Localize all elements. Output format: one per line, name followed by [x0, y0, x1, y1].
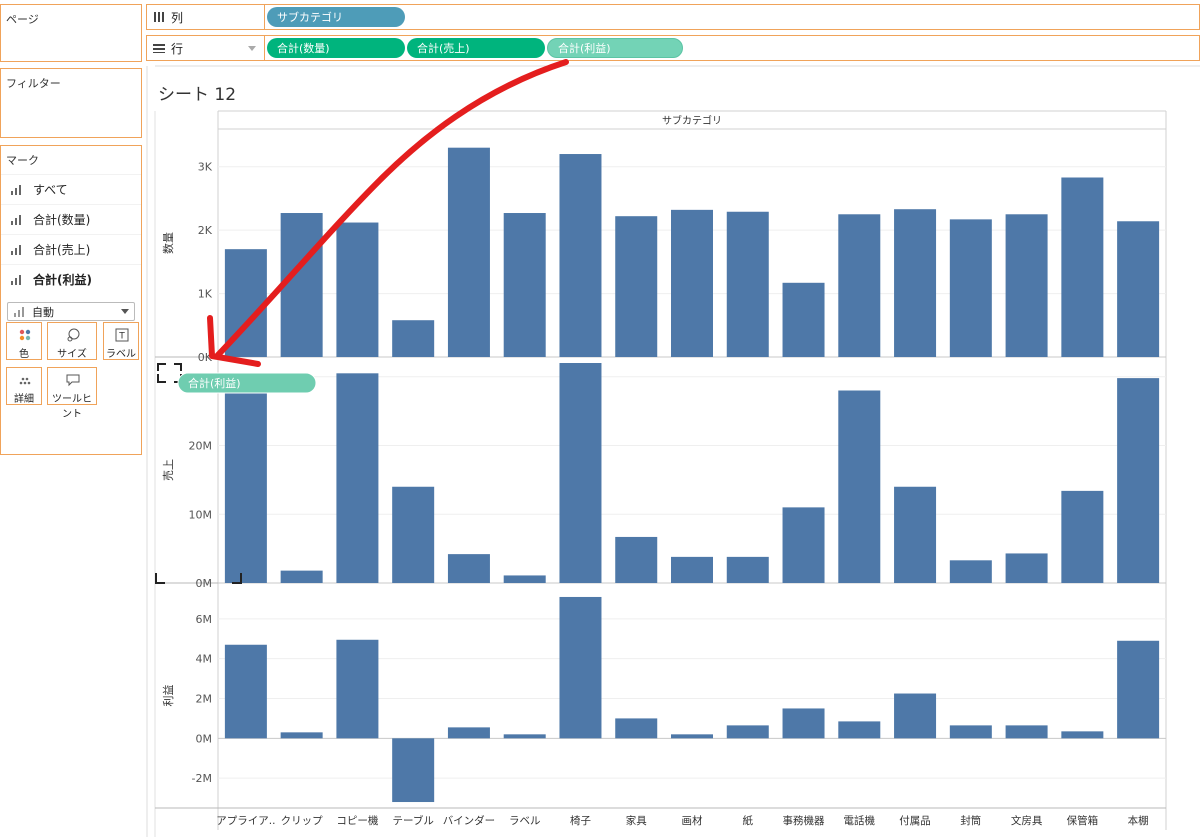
- bar-売上-12[interactable]: [894, 486, 937, 583]
- bar-売上-14[interactable]: [1005, 553, 1048, 583]
- bar-数量-7[interactable]: [615, 216, 658, 357]
- bar-数量-1[interactable]: [280, 213, 323, 357]
- bar-利益-8[interactable]: [671, 734, 713, 739]
- bar-利益-0[interactable]: [224, 644, 267, 739]
- bar-利益-4[interactable]: [447, 727, 490, 739]
- x-category-label: テーブル: [392, 814, 433, 827]
- bar-売上-11[interactable]: [838, 390, 881, 584]
- bar-利益-14[interactable]: [1005, 725, 1048, 739]
- bar-売上-1[interactable]: [280, 570, 323, 583]
- bar-数量-6[interactable]: [559, 154, 602, 357]
- bar-利益-7[interactable]: [615, 718, 658, 739]
- bar-売上-15[interactable]: [1061, 490, 1104, 583]
- x-category-label: 封筒: [960, 814, 981, 827]
- y-tick-label: 3K: [198, 161, 213, 174]
- bar-利益-5[interactable]: [503, 734, 546, 739]
- bar-数量-8[interactable]: [671, 209, 713, 357]
- drop-target-bracket: [157, 363, 182, 383]
- x-category-label: 文房具: [1011, 814, 1043, 827]
- y-axis-title: 利益: [161, 685, 175, 707]
- bar-売上-6[interactable]: [559, 363, 602, 583]
- bar-売上-7[interactable]: [615, 536, 658, 583]
- bar-数量-13[interactable]: [949, 219, 992, 357]
- bar-売上-8[interactable]: [671, 556, 713, 583]
- bar-利益-1[interactable]: [280, 732, 323, 739]
- y-axis-title: 数量: [162, 232, 175, 254]
- bar-売上-5[interactable]: [503, 575, 546, 583]
- dragging-pill-text: 合計(利益): [188, 376, 241, 390]
- x-category-label: 付属品: [899, 814, 931, 827]
- bar-利益-3[interactable]: [392, 738, 435, 803]
- bar-売上-4[interactable]: [447, 554, 490, 583]
- bar-利益-16[interactable]: [1117, 640, 1160, 739]
- x-category-label: 事務機器: [783, 814, 825, 827]
- bar-利益-15[interactable]: [1061, 731, 1104, 739]
- bar-数量-12[interactable]: [894, 209, 937, 357]
- y-tick-label: 1K: [198, 288, 213, 301]
- bar-売上-9[interactable]: [726, 556, 769, 583]
- x-category-label: アプライア..: [216, 815, 275, 827]
- x-category-label: 画材: [682, 814, 703, 827]
- x-category-label: 家具: [626, 814, 647, 827]
- bar-売上-2[interactable]: [336, 373, 379, 583]
- x-category-label: コピー機: [336, 814, 378, 827]
- y-tick-label: -2M: [192, 772, 212, 785]
- bar-数量-3[interactable]: [392, 320, 435, 357]
- y-tick-label: 6M: [196, 613, 213, 626]
- x-category-label: 紙: [743, 814, 754, 827]
- bar-数量-16[interactable]: [1117, 221, 1160, 357]
- bar-利益-2[interactable]: [336, 639, 379, 739]
- bar-利益-10[interactable]: [782, 708, 825, 739]
- bar-数量-10[interactable]: [782, 282, 825, 357]
- y-tick-label: 0M: [196, 577, 213, 590]
- x-category-label: 本棚: [1128, 814, 1149, 827]
- bar-数量-4[interactable]: [447, 147, 490, 357]
- bar-利益-12[interactable]: [894, 693, 937, 739]
- bar-売上-0[interactable]: [224, 376, 267, 583]
- bar-数量-5[interactable]: [503, 213, 546, 357]
- y-tick-label: 2M: [196, 693, 213, 706]
- chart-canvas: サブカテゴリ0K1K2K3K数量0M10M20M30M売上-2M0M2M4M6M…: [146, 59, 1200, 837]
- bar-利益-9[interactable]: [726, 725, 769, 739]
- bar-売上-13[interactable]: [949, 560, 992, 583]
- x-category-label: ラベル: [509, 815, 541, 827]
- bar-利益-13[interactable]: [949, 725, 992, 739]
- bar-数量-14[interactable]: [1005, 214, 1048, 357]
- y-tick-label: 2K: [198, 224, 213, 237]
- bar-売上-3[interactable]: [392, 486, 435, 583]
- x-category-label: バインダー: [443, 814, 496, 827]
- bar-売上-10[interactable]: [782, 507, 825, 583]
- bar-数量-11[interactable]: [838, 214, 881, 357]
- bar-数量-9[interactable]: [726, 211, 769, 357]
- x-category-label: 椅子: [570, 814, 591, 827]
- x-category-label: 電話機: [844, 814, 876, 827]
- x-category-label: 保管箱: [1067, 814, 1099, 827]
- y-tick-label: 4M: [196, 653, 213, 666]
- bar-利益-11[interactable]: [838, 721, 881, 739]
- y-tick-label: 20M: [189, 440, 213, 453]
- bar-数量-15[interactable]: [1061, 177, 1104, 357]
- y-axis-title: 売上: [162, 459, 175, 481]
- y-tick-label: 10M: [189, 508, 213, 521]
- bar-売上-16[interactable]: [1117, 378, 1160, 583]
- bar-数量-2[interactable]: [336, 222, 379, 357]
- bar-利益-6[interactable]: [559, 596, 602, 739]
- column-header: サブカテゴリ: [662, 114, 722, 127]
- x-category-label: クリップ: [281, 815, 323, 827]
- y-tick-label: 0M: [196, 732, 213, 745]
